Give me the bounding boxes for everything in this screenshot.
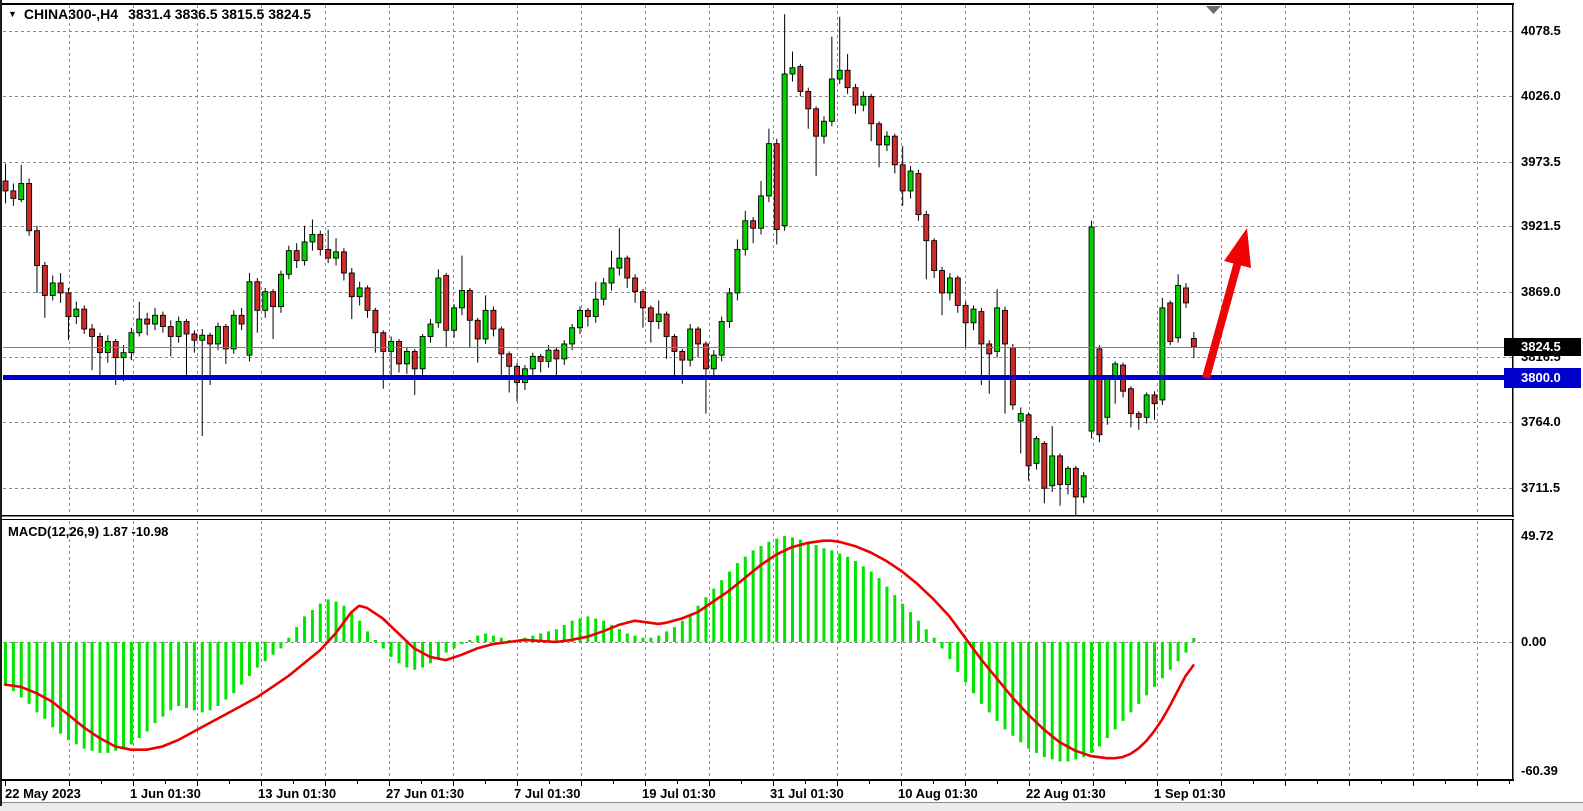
time-axis-label: 1 Jun 01:30 <box>130 786 201 801</box>
last-price-tag: 3824.5 <box>1504 338 1581 356</box>
time-axis-label: 27 Jun 01:30 <box>386 786 464 801</box>
hline-price-tag: 3800.0 <box>1504 368 1581 388</box>
price-axis-label: 4026.0 <box>1521 88 1561 104</box>
time-axis[interactable]: 22 May 2023 1 Jun 01:30 13 Jun 01:30 27 Jun… <box>0 781 1514 802</box>
window-left-border <box>0 0 2 806</box>
macd-axis-label: 0.00 <box>1521 634 1546 650</box>
time-axis-label: 10 Aug 01:30 <box>898 786 978 801</box>
time-axis-label: 19 Jul 01:30 <box>642 786 716 801</box>
macd-chart-canvas[interactable] <box>0 517 1514 782</box>
price-axis-label: 3921.5 <box>1521 218 1561 234</box>
price-axis-label: 3973.5 <box>1521 154 1561 170</box>
price-axis-label: 3869.0 <box>1521 284 1561 300</box>
trading-chart-window: ▼ CHINA300-,H4 3831.4 3836.5 3815.5 3824… <box>0 0 1583 811</box>
price-axis-label: 3711.5 <box>1521 480 1560 496</box>
price-axis-label: 4078.5 <box>1521 23 1561 39</box>
macd-axis-label: -60.39 <box>1521 763 1558 779</box>
time-axis-label: 13 Jun 01:30 <box>258 786 336 801</box>
price-axis[interactable]: 3824.5 3800.0 4078.54026.03973.53921.538… <box>1514 0 1583 811</box>
price-axis-label: 3764.0 <box>1521 414 1561 430</box>
bottom-strip <box>0 802 1583 811</box>
time-axis-label: 31 Jul 01:30 <box>770 786 844 801</box>
chart-title: ▼ CHINA300-,H4 3831.4 3836.5 3815.5 3824… <box>8 6 311 22</box>
time-axis-label: 1 Sep 01:30 <box>1154 786 1226 801</box>
time-axis-label: 7 Jul 01:30 <box>514 786 581 801</box>
symbol-label: CHINA300-,H4 <box>24 6 118 22</box>
macd-indicator-label: MACD(12,26,9) 1.87 -10.98 <box>8 524 168 539</box>
time-axis-ticks <box>0 781 1514 802</box>
time-axis-label: 22 May 2023 <box>5 786 81 801</box>
macd-axis-label: 49.72 <box>1521 528 1554 544</box>
symbol-dropdown-icon[interactable]: ▼ <box>8 9 17 19</box>
ohlc-readout: 3831.4 3836.5 3815.5 3824.5 <box>128 6 311 22</box>
time-axis-label: 22 Aug 01:30 <box>1026 786 1106 801</box>
price-chart-canvas[interactable] <box>0 0 1514 517</box>
